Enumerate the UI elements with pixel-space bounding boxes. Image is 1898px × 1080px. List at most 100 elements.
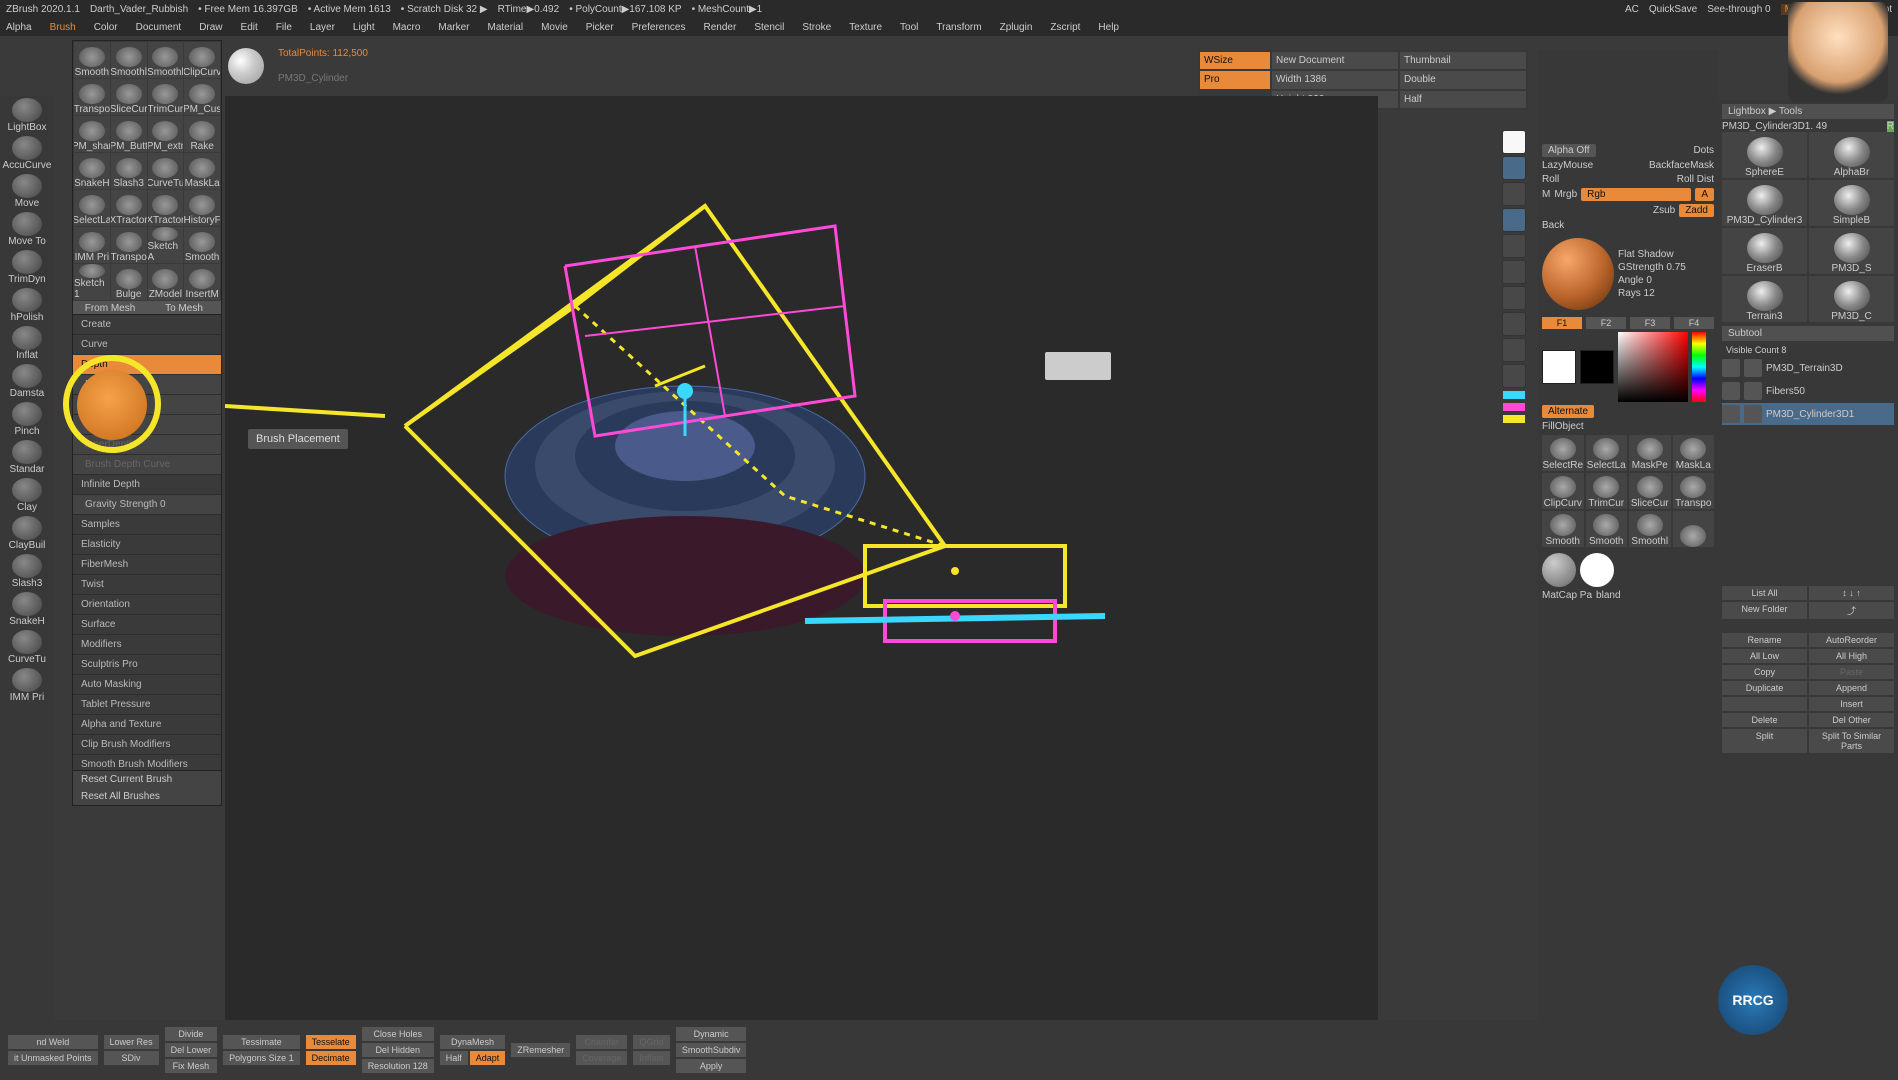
rays[interactable]: Rays 12 xyxy=(1618,288,1686,299)
ac-indicator[interactable]: AC xyxy=(1625,4,1639,15)
coverage[interactable]: Coverage xyxy=(576,1051,627,1065)
quick-maskpe[interactable]: MaskPe xyxy=(1629,435,1671,471)
split-button[interactable]: Split xyxy=(1722,729,1807,753)
color-picker[interactable] xyxy=(1618,332,1688,402)
quick-smooth[interactable]: Smooth xyxy=(1586,511,1628,547)
alternate-toggle[interactable]: Alternate xyxy=(1542,405,1594,418)
quicksave-button[interactable]: QuickSave xyxy=(1649,4,1697,15)
poly-size[interactable]: Polygons Size 1 xyxy=(223,1051,300,1065)
rotate-icon[interactable] xyxy=(1502,260,1526,284)
menu-light[interactable]: Light xyxy=(353,22,375,33)
menu-fibermesh[interactable]: FiberMesh xyxy=(73,555,221,575)
brush-xtractor[interactable]: XTractor xyxy=(148,190,184,226)
tool-standar[interactable]: Standar xyxy=(3,440,51,476)
tool-damsta[interactable]: Damsta xyxy=(3,364,51,400)
quick-maskla[interactable]: MaskLa xyxy=(1673,435,1715,471)
del-other-button[interactable]: Del Other xyxy=(1809,713,1894,727)
menu-samples[interactable]: Samples xyxy=(73,515,221,535)
brush-rake[interactable]: Rake xyxy=(184,116,220,152)
quick-selectre[interactable]: SelectRe xyxy=(1542,435,1584,471)
brush-pm_cus[interactable]: PM_Cus xyxy=(184,79,220,115)
brush-trimcur[interactable]: TrimCur xyxy=(148,79,184,115)
ruler-icon[interactable] xyxy=(1502,208,1526,232)
brush-zmodel[interactable]: ZModel xyxy=(148,264,184,300)
menu-alpha-and-texture[interactable]: Alpha and Texture xyxy=(73,715,221,735)
flat-shadow[interactable]: Flat Shadow xyxy=(1618,249,1686,260)
lower-res[interactable]: Lower Res xyxy=(104,1035,159,1049)
menu-tool[interactable]: Tool xyxy=(900,22,918,33)
inner-depth[interactable]: InnerDepth xyxy=(73,435,221,455)
sdiv[interactable]: SDiv xyxy=(104,1051,159,1065)
brush-xtractor[interactable]: XTractor xyxy=(111,190,147,226)
tessimate[interactable]: Tessimate xyxy=(223,1035,300,1049)
brush-maskla[interactable]: MaskLa xyxy=(184,153,220,189)
quick-smoothl[interactable]: Smoothl xyxy=(1629,511,1671,547)
material-ball[interactable] xyxy=(1542,238,1614,310)
brush-bulge[interactable]: Bulge xyxy=(111,264,147,300)
double-button[interactable]: Double xyxy=(1400,71,1526,88)
menu-surface[interactable]: Surface xyxy=(73,615,221,635)
cursor-icon[interactable] xyxy=(1502,182,1526,206)
menu-zplugin[interactable]: Zplugin xyxy=(1000,22,1033,33)
tool-hpolish[interactable]: hPolish xyxy=(3,288,51,324)
thumbnail-button[interactable]: Thumbnail xyxy=(1400,52,1526,69)
arrows-icon[interactable]: ↕ ↓ ↑ xyxy=(1809,586,1894,600)
new-folder[interactable]: New Folder xyxy=(1722,602,1807,619)
brush-smoothl[interactable]: Smoothl xyxy=(148,42,184,78)
quick-selectla[interactable]: SelectLa xyxy=(1586,435,1628,471)
subtool-row[interactable]: Fibers50 xyxy=(1722,380,1894,402)
autoreorder-button[interactable]: AutoReorder xyxy=(1809,633,1894,647)
brush-snakeh[interactable]: SnakeH xyxy=(74,153,110,189)
menu-curve[interactable]: Curve xyxy=(73,335,221,355)
tool-curvetu[interactable]: CurveTu xyxy=(3,630,51,666)
undo-icon[interactable] xyxy=(1502,286,1526,310)
copy-button[interactable]: Copy xyxy=(1722,665,1807,679)
brush-transpo[interactable]: Transpo xyxy=(111,227,147,263)
tool-imm pri[interactable]: IMM Pri xyxy=(3,668,51,704)
eye-icon[interactable] xyxy=(1502,156,1526,180)
dynamesh[interactable]: DynaMesh xyxy=(440,1035,506,1049)
menu-modifiers[interactable]: Modifiers xyxy=(73,635,221,655)
tool-slot-alphabr[interactable]: AlphaBr xyxy=(1809,132,1894,178)
menu-stroke[interactable]: Stroke xyxy=(802,22,831,33)
roll-dist[interactable]: Roll Dist xyxy=(1677,174,1714,185)
resolution[interactable]: Resolution 128 xyxy=(362,1059,434,1073)
zsub-button[interactable]: Zsub xyxy=(1653,205,1675,216)
clipboard-icon[interactable] xyxy=(1502,364,1526,388)
wsize-button[interactable]: WSize xyxy=(1200,52,1270,69)
seethrough-slider[interactable]: See-through 0 xyxy=(1707,4,1770,15)
half-button[interactable]: Half xyxy=(1400,91,1526,108)
brush-clipcurv[interactable]: ClipCurv xyxy=(184,42,220,78)
menu-twist[interactable]: Twist xyxy=(73,575,221,595)
mrgb-button[interactable]: Mrgb xyxy=(1554,189,1577,200)
tool-move[interactable]: Move xyxy=(3,174,51,210)
insert-button[interactable]: Insert xyxy=(1809,697,1894,711)
newdoc-button[interactable]: New Document xyxy=(1272,52,1398,69)
close-holes[interactable]: Close Holes xyxy=(362,1027,434,1041)
menu-draw[interactable]: Draw xyxy=(199,22,222,33)
tool-slot-simpleb[interactable]: SimpleB xyxy=(1809,180,1894,226)
menu-depth[interactable]: Depth xyxy=(73,355,221,375)
tool-slash3[interactable]: Slash3 xyxy=(3,554,51,590)
brush-insertm[interactable]: InsertM xyxy=(184,264,220,300)
mesh-thumbnail[interactable] xyxy=(228,48,264,84)
menu-material[interactable]: Material xyxy=(488,22,524,33)
qgrid[interactable]: QGrid xyxy=(633,1035,670,1049)
menu-zscript[interactable]: Zscript xyxy=(1050,22,1080,33)
color-yellow[interactable] xyxy=(1503,415,1525,423)
rename-button[interactable]: Rename xyxy=(1722,633,1807,647)
decimate[interactable]: Decimate xyxy=(306,1051,356,1065)
append-button[interactable]: Append xyxy=(1809,681,1894,695)
tool-accucurve[interactable]: AccuCurve xyxy=(3,136,51,172)
roll[interactable]: Roll xyxy=(1542,174,1559,185)
fill-object[interactable]: FillObject xyxy=(1542,421,1584,432)
weld[interactable]: nd Weld xyxy=(8,1035,98,1049)
folder-arrow-icon[interactable]: ⤴ xyxy=(1809,602,1894,619)
split-similar-button[interactable]: Split To Similar Parts xyxy=(1809,729,1894,753)
menu-brush[interactable]: Brush xyxy=(50,22,76,33)
menu-document[interactable]: Document xyxy=(136,22,182,33)
brush-pm_butt[interactable]: PM_Butt xyxy=(111,116,147,152)
tool-clay[interactable]: Clay xyxy=(3,478,51,514)
lazymouse-toggle[interactable]: LazyMouse xyxy=(1542,160,1593,171)
rgb-button[interactable]: Rgb xyxy=(1581,188,1691,201)
